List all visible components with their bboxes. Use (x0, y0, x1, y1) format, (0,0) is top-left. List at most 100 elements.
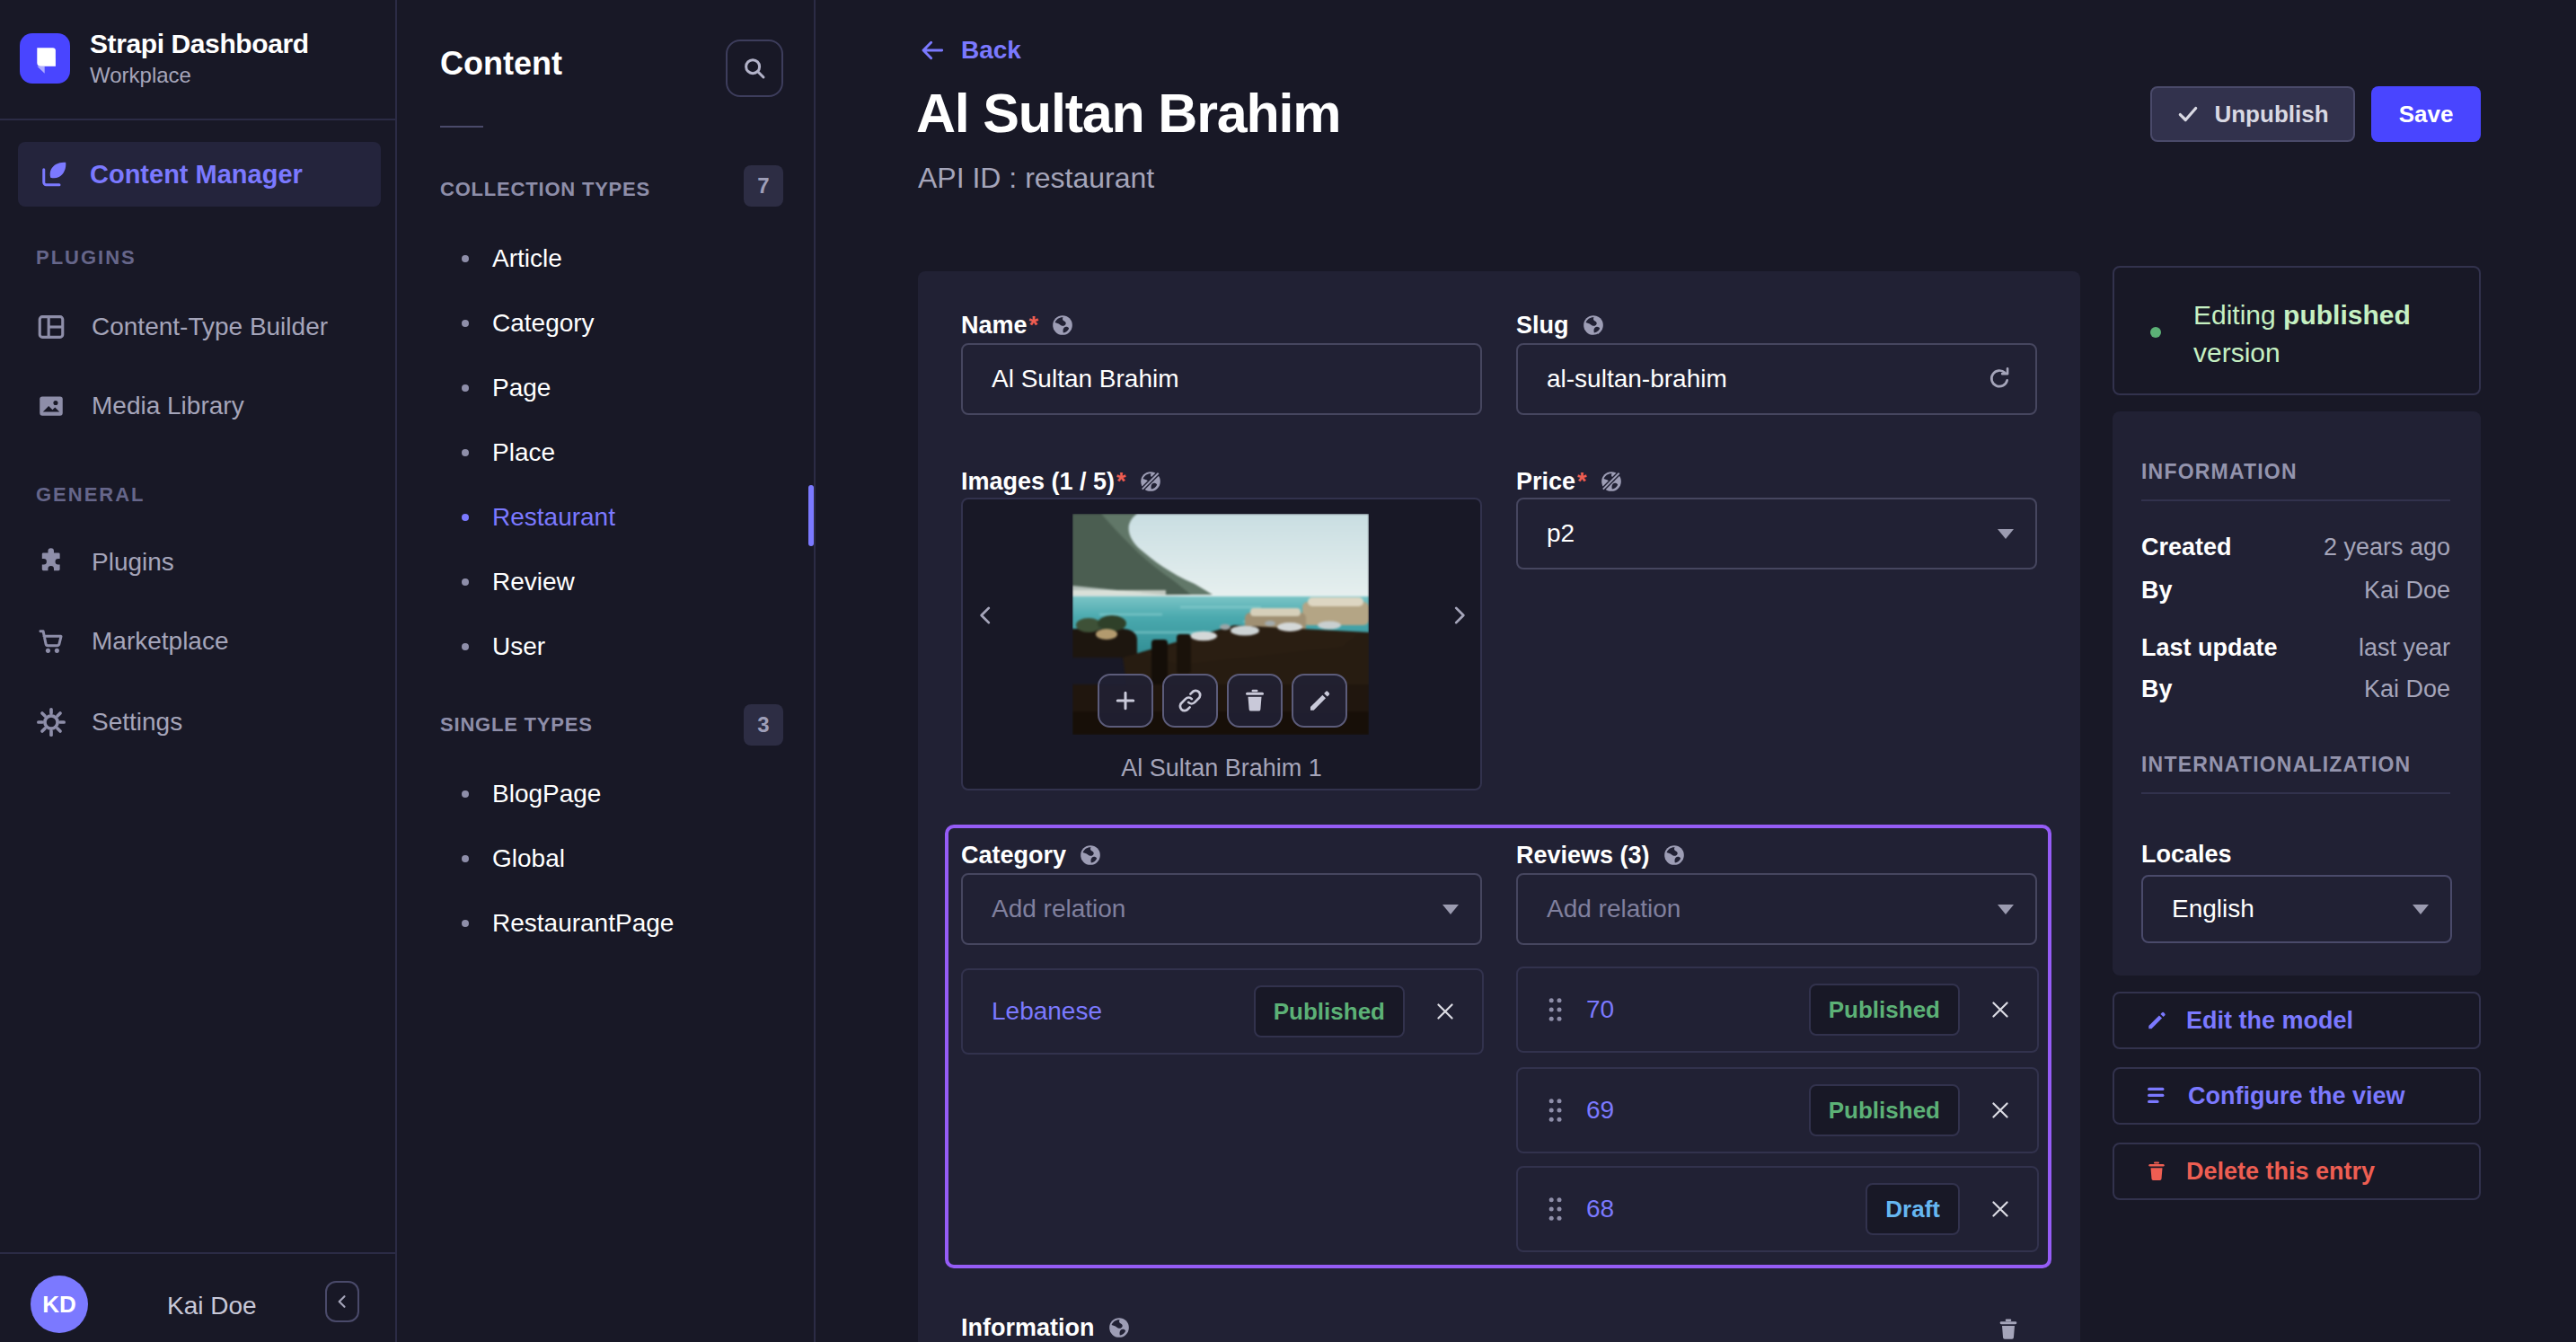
status-badge: Published (1809, 984, 1960, 1036)
subnav-item-page[interactable]: Page (462, 366, 551, 410)
name-label: Name* (961, 313, 1074, 338)
subnav-item-restaurantpage[interactable]: RestaurantPage (462, 902, 674, 945)
information-card: INFORMATION Created 2 years ago By Kai D… (2113, 411, 2481, 976)
subnav-item-article[interactable]: Article (462, 237, 562, 280)
app-title: Strapi Dashboard (90, 29, 309, 59)
relation-link[interactable]: 68 (1586, 1195, 1614, 1223)
editing-status-text: Editing published version (2193, 296, 2454, 372)
remove-relation-button[interactable] (1989, 998, 2012, 1021)
page-title: Al Sultan Brahim (916, 83, 1340, 144)
plus-icon (1112, 687, 1139, 714)
chevron-right-icon (1448, 604, 1471, 627)
trash-icon (2145, 1160, 2168, 1183)
price-label: Price* (1516, 469, 1623, 494)
information-title: INFORMATION (2141, 460, 2298, 484)
divider (2141, 499, 2450, 501)
status-badge: Published (1254, 985, 1405, 1037)
relation-link[interactable]: 69 (1586, 1096, 1614, 1125)
caret-down-icon (2413, 905, 2429, 914)
trash-icon (1996, 1317, 2021, 1342)
created-label: Created (2141, 534, 2232, 561)
carousel-prev-button[interactable] (974, 604, 997, 627)
sidebar-item-marketplace[interactable]: Marketplace (36, 620, 229, 663)
pencil-icon (2145, 1009, 2168, 1032)
subnav-item-global[interactable]: Global (462, 837, 565, 880)
regenerate-slug-button[interactable] (1985, 365, 2014, 393)
check-icon (2176, 102, 2200, 126)
search-button[interactable] (726, 40, 783, 97)
workspace-name: Workplace (90, 63, 309, 88)
caret-down-icon (1998, 905, 2014, 914)
collapse-sidebar-button[interactable] (325, 1281, 359, 1322)
subnav-item-user[interactable]: User (462, 625, 545, 668)
relation-link[interactable]: Lebanese (992, 997, 1102, 1026)
review-relation-item: 68 Draft (1516, 1166, 2039, 1252)
globe-icon (1051, 313, 1074, 337)
sidebar-section-general: GENERAL (36, 483, 146, 507)
subnav-item-review[interactable]: Review (462, 561, 575, 604)
globe-icon (1663, 843, 1686, 867)
single-types-label: SINGLE TYPES (440, 713, 593, 737)
image-caption: Al Sultan Brahim 1 (963, 755, 1480, 782)
link-icon (1177, 687, 1204, 714)
close-x-icon (1989, 998, 2012, 1021)
copy-link-button[interactable] (1162, 674, 1218, 728)
unpublish-button[interactable]: Unpublish (2150, 86, 2355, 142)
slug-input[interactable]: al-sultan-brahim (1516, 343, 2037, 415)
strapi-logo-icon (20, 33, 70, 84)
refresh-icon (1985, 365, 2014, 393)
category-add-relation-select[interactable]: Add relation (961, 873, 1482, 945)
marketplace-icon (36, 626, 66, 657)
reviews-label: Reviews (3) (1516, 843, 1686, 868)
workspace-brand[interactable]: Strapi Dashboard Workplace (20, 29, 309, 88)
globe-icon (1079, 843, 1102, 867)
globe-icon (1107, 1316, 1131, 1339)
back-link[interactable]: Back (918, 36, 1021, 65)
delete-image-button[interactable] (1227, 674, 1283, 728)
configure-list-icon (2145, 1083, 2170, 1108)
plugins-icon (36, 547, 66, 578)
remove-relation-button[interactable] (1989, 1099, 2012, 1122)
user-name: Kai Doe (167, 1292, 257, 1320)
carousel-next-button[interactable] (1448, 604, 1471, 627)
sidebar-item-content-type-builder[interactable]: Content-Type Builder (36, 305, 328, 349)
divider (0, 119, 395, 120)
sidebar-item-plugins[interactable]: Plugins (36, 541, 174, 584)
strapi-dashboard: Strapi Dashboard Workplace Content Manag… (0, 0, 2576, 1342)
updated-by-value: Kai Doe (2364, 675, 2450, 703)
avatar[interactable]: KD (31, 1276, 88, 1333)
edit-image-button[interactable] (1292, 674, 1347, 728)
pencil-icon (1306, 687, 1333, 714)
reviews-add-relation-select[interactable]: Add relation (1516, 873, 2037, 945)
sidebar-section-plugins: PLUGINS (36, 246, 137, 269)
sidebar-item-settings[interactable]: Settings (36, 701, 182, 744)
drag-handle-icon[interactable] (1547, 1097, 1565, 1124)
save-button[interactable]: Save (2371, 86, 2481, 142)
subnav-item-restaurant[interactable]: Restaurant (462, 496, 615, 539)
subnav-item-category[interactable]: Category (462, 302, 595, 345)
add-image-button[interactable] (1098, 674, 1153, 728)
edit-model-button[interactable]: Edit the model (2113, 992, 2481, 1049)
drag-handle-icon[interactable] (1547, 996, 1565, 1023)
configure-view-button[interactable]: Configure the view (2113, 1067, 2481, 1125)
name-input[interactable]: Al Sultan Brahim (961, 343, 1482, 415)
subnav-item-place[interactable]: Place (462, 431, 555, 474)
locale-select[interactable]: English (2141, 875, 2452, 943)
divider (440, 126, 483, 128)
main-content: Back Al Sultan Brahim API ID : restauran… (814, 0, 2576, 1342)
relation-link[interactable]: 70 (1586, 995, 1614, 1024)
sidebar-item-content-manager[interactable]: Content Manager (18, 142, 381, 207)
sidebar-item-media-library[interactable]: Media Library (36, 384, 244, 428)
subnav-item-blogpage[interactable]: BlogPage (462, 773, 601, 816)
remove-relation-button[interactable] (1434, 1000, 1457, 1023)
drag-handle-icon[interactable] (1547, 1196, 1565, 1223)
chevron-left-icon (333, 1293, 351, 1311)
delete-component-button[interactable] (1996, 1317, 2021, 1342)
price-select[interactable]: p2 (1516, 498, 2037, 569)
status-badge: Published (1809, 1084, 1960, 1136)
close-x-icon (1989, 1197, 2012, 1221)
remove-relation-button[interactable] (1989, 1197, 2012, 1221)
back-arrow-icon (918, 36, 947, 65)
delete-entry-button[interactable]: Delete this entry (2113, 1143, 2481, 1200)
single-types-count: 3 (744, 704, 783, 746)
